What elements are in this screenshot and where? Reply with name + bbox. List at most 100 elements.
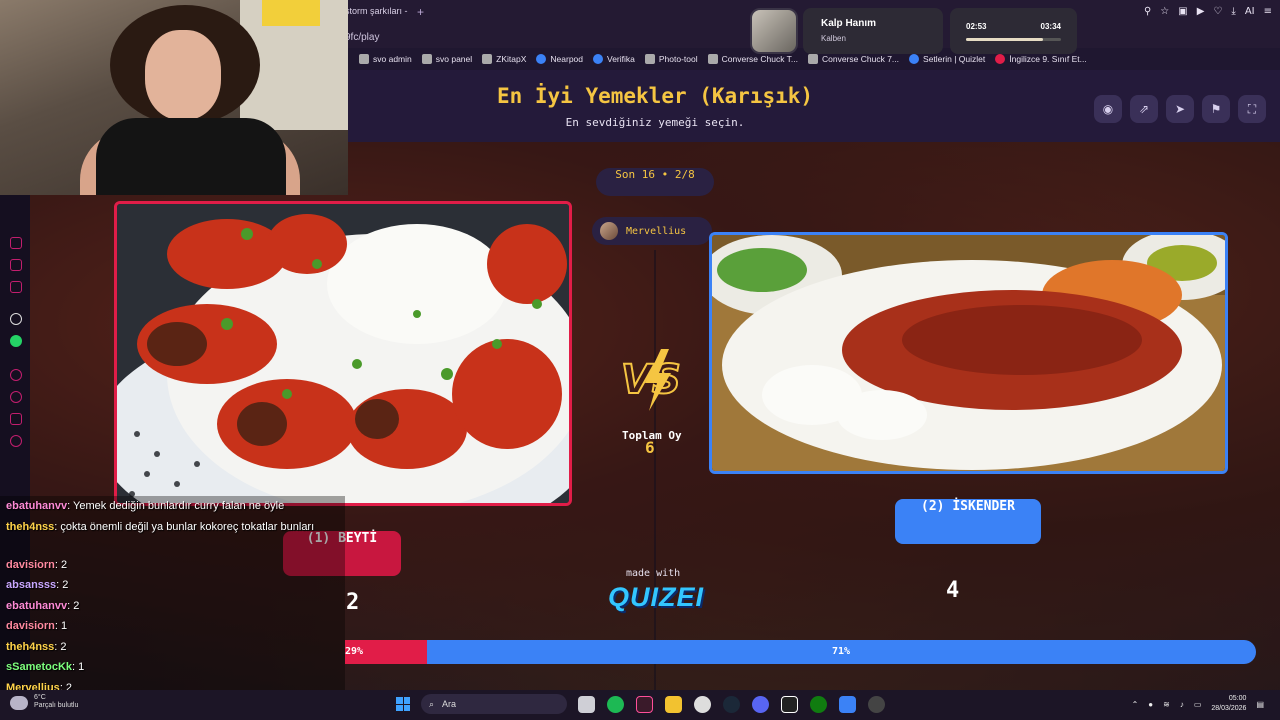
- obs-icon[interactable]: [694, 696, 711, 713]
- quizei-logo[interactable]: QUIZEI: [608, 582, 704, 613]
- eye-icon[interactable]: ◉: [1094, 95, 1122, 123]
- steam-icon[interactable]: [723, 696, 740, 713]
- bookmark-icon: [421, 54, 432, 64]
- bookmark-item[interactable]: Photo-tool: [644, 54, 698, 64]
- weather-widget[interactable]: 6°C Parçalı bulutlu: [10, 694, 78, 710]
- bookmark-item[interactable]: svo admin: [359, 54, 412, 64]
- chat-message: theh4nss: çokta önemli değil ya bunlar k…: [6, 519, 346, 536]
- chat-text: : Yemek dediğin bunlardır curry falan ne…: [67, 500, 285, 512]
- vote-bar-right-percent: 71%: [832, 646, 851, 657]
- option-card-right[interactable]: [709, 232, 1228, 474]
- pin-icon[interactable]: ⚲: [1144, 6, 1151, 17]
- bookmark-item[interactable]: İngilizce 9. Sınıf Et...: [995, 54, 1087, 64]
- chat-username[interactable]: ebatuhanvv: [6, 500, 67, 512]
- menu-icon[interactable]: ≡: [1264, 6, 1272, 17]
- spotify-icon[interactable]: [607, 696, 624, 713]
- bookmark-item[interactable]: Nearpod: [536, 54, 583, 64]
- chat-username[interactable]: theh4nss: [6, 521, 54, 533]
- app-icon[interactable]: [868, 696, 885, 713]
- chat-username[interactable]: theh4nss: [6, 641, 54, 653]
- total-votes-value: 6: [645, 438, 655, 457]
- volume-icon[interactable]: ♪: [1180, 700, 1184, 709]
- wifi-icon[interactable]: ≋: [1163, 700, 1170, 709]
- chevron-up-icon[interactable]: ⌃: [1132, 700, 1139, 709]
- chat-username[interactable]: sSametocKk: [6, 661, 72, 673]
- whatsapp-icon[interactable]: [10, 335, 22, 347]
- rail-icon-4[interactable]: [10, 369, 22, 381]
- bookmark-item[interactable]: ZKitapX: [482, 54, 526, 64]
- bookmark-item[interactable]: Converse Chuck 7...: [808, 54, 899, 64]
- media-progress-widget[interactable]: 02:53 03:34: [950, 8, 1077, 54]
- bookmark-item[interactable]: Setlerin | Quizlet: [909, 54, 985, 64]
- bookmark-label: Converse Chuck 7...: [822, 54, 900, 64]
- made-with-label: made with: [626, 568, 681, 579]
- url-text[interactable]: 9fc/play: [345, 32, 379, 43]
- download-icon[interactable]: ⤓: [1231, 6, 1235, 17]
- bookmark-label: Setlerin | Quizlet: [923, 54, 986, 64]
- taskbar-search[interactable]: ⌕ Ara: [421, 694, 567, 714]
- fullscreen-icon[interactable]: ⛶: [1238, 95, 1266, 123]
- media-widget[interactable]: Kalp Hanım Kalben: [803, 8, 943, 54]
- bookmark-item[interactable]: Converse Chuck T...: [707, 54, 798, 64]
- rail-icon-3[interactable]: [10, 281, 22, 293]
- chat-text: : 2: [56, 579, 69, 591]
- media-progress-track[interactable]: [966, 38, 1061, 41]
- new-tab-button[interactable]: +: [417, 5, 424, 19]
- microphone-icon[interactable]: ●: [1148, 700, 1153, 709]
- taskbar-apps: [578, 696, 885, 713]
- bookmark-label: ZKitapX: [496, 54, 527, 64]
- voter-name: Mervellius: [626, 225, 687, 237]
- browser-icon[interactable]: [636, 696, 653, 713]
- webcam-top: [96, 118, 286, 195]
- notification-icon[interactable]: ▤: [1256, 700, 1264, 709]
- chat-username[interactable]: absansss: [6, 579, 56, 591]
- folder-icon[interactable]: [665, 696, 682, 713]
- browser-tab[interactable]: storm şarkıları -: [345, 6, 408, 24]
- vs-icon: VS: [620, 349, 682, 411]
- chat-username[interactable]: davisiorn: [6, 559, 55, 571]
- ai-button[interactable]: AI: [1245, 6, 1255, 17]
- rail-icon-1[interactable]: [10, 237, 22, 249]
- heart-icon[interactable]: ♡: [1213, 6, 1222, 17]
- chat-text: : 2: [54, 558, 68, 571]
- rail-icon-5[interactable]: [10, 413, 22, 425]
- chat-message: davisiorn: 2: [6, 557, 346, 574]
- chat-message: theh4nss: 2: [6, 639, 346, 656]
- chat-username[interactable]: davisiorn: [6, 620, 55, 632]
- vote-bar-left-percent: 29%: [345, 646, 364, 657]
- chat-message: sSametocKk: 1: [6, 659, 346, 676]
- bookmark-item[interactable]: svo panel: [421, 54, 472, 64]
- settings-icon[interactable]: [10, 435, 22, 447]
- media-progress-fill: [966, 38, 1043, 41]
- vscode-icon[interactable]: [839, 696, 856, 713]
- bookmark-icon: [909, 54, 920, 64]
- rail-icon-2[interactable]: [10, 259, 22, 271]
- openai-icon[interactable]: [10, 313, 22, 325]
- bookmark-label: svo admin: [373, 54, 412, 64]
- bookmark-icon: [359, 54, 369, 64]
- media-elapsed: 02:53: [966, 22, 987, 31]
- option-card-left[interactable]: [114, 201, 572, 506]
- clock-time: 05:00: [1228, 695, 1247, 702]
- play-icon[interactable]: ▶: [1197, 6, 1205, 17]
- chat-text: : çokta önemli değil ya bunlar kokoreç t…: [54, 520, 315, 533]
- option-right-button[interactable]: (2) İSKENDER: [895, 499, 1041, 544]
- send-icon[interactable]: ➤: [1166, 95, 1194, 123]
- bookmark-item[interactable]: Verifika: [593, 54, 635, 64]
- battery-icon[interactable]: ▭: [1194, 700, 1202, 709]
- chat-username[interactable]: ebatuhanvv: [6, 600, 67, 612]
- windows-start-icon[interactable]: [396, 697, 410, 711]
- file-manager-icon[interactable]: [578, 696, 595, 713]
- search-placeholder: Ara: [442, 699, 457, 709]
- discord-icon[interactable]: [752, 696, 769, 713]
- history-icon[interactable]: [10, 391, 22, 403]
- bookmark-icon: [808, 54, 819, 64]
- chat-text: : 2: [54, 640, 67, 653]
- extension-icon[interactable]: ▣: [1178, 6, 1187, 17]
- xbox-icon[interactable]: [810, 696, 827, 713]
- clock[interactable]: 05:00 28/03/2026: [1211, 694, 1246, 714]
- share-icon[interactable]: ⇗: [1130, 95, 1158, 123]
- bookmark-icon[interactable]: ☆: [1160, 6, 1169, 17]
- epic-games-icon[interactable]: [781, 696, 798, 713]
- flag-icon[interactable]: ⚑: [1202, 95, 1230, 123]
